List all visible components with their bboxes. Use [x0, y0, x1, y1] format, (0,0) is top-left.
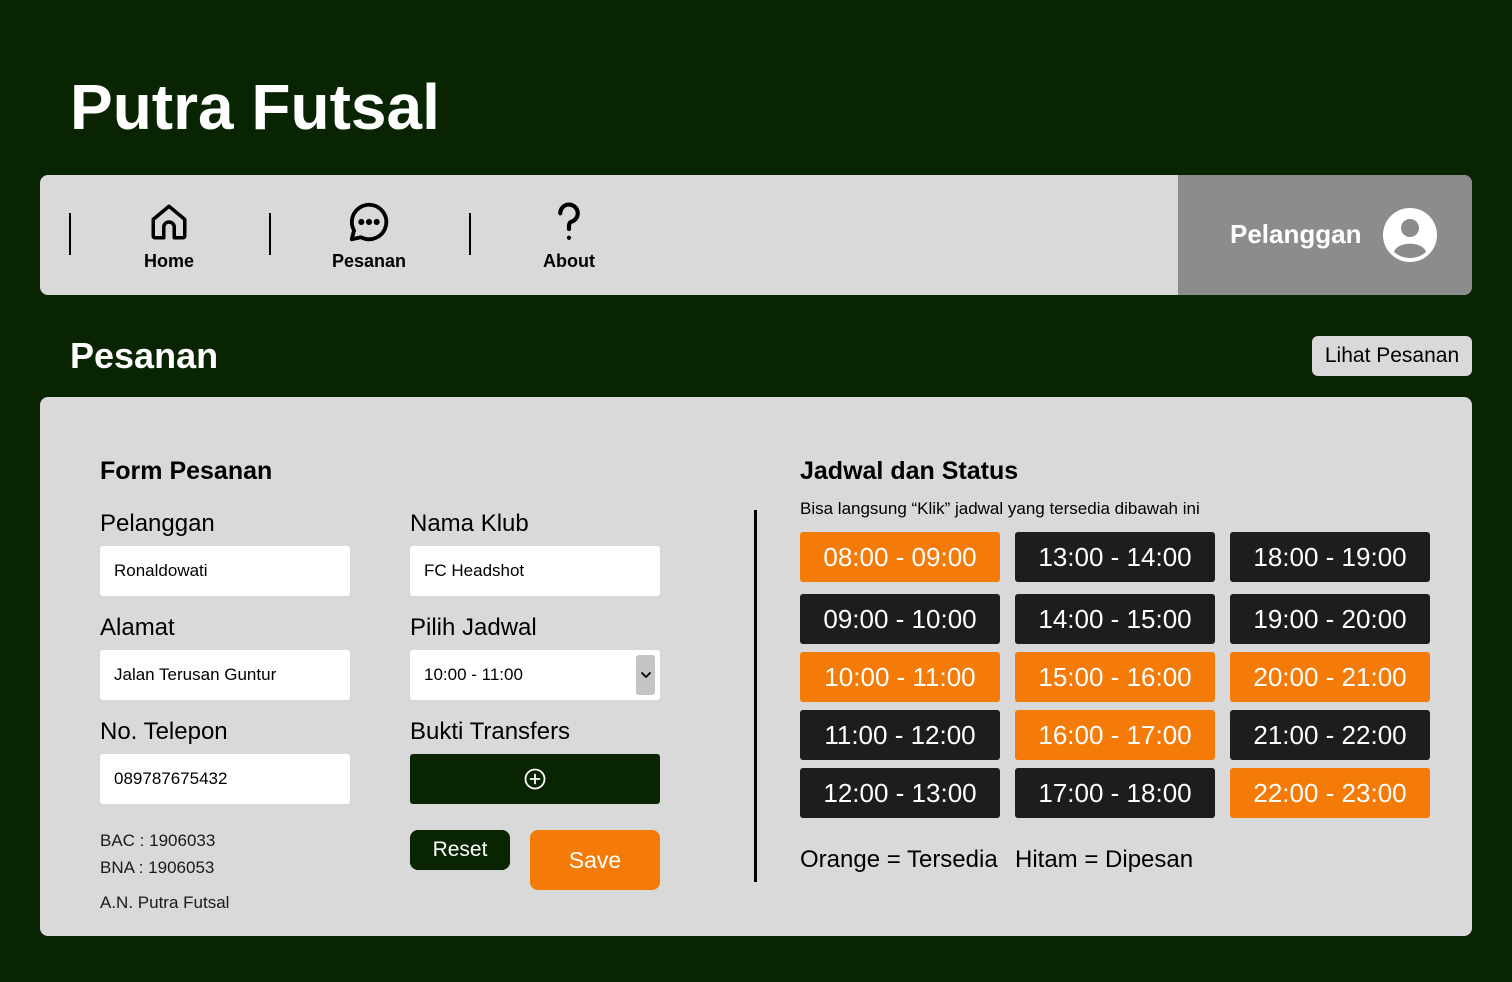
user-menu[interactable]: Pelanggan [1178, 175, 1472, 295]
schedule-slot-booked[interactable]: 11:00 - 12:00 [800, 710, 1000, 760]
add-circle-icon [524, 768, 546, 790]
bank-bna: BNA : 1906053 [100, 858, 215, 877]
telepon-input[interactable] [100, 754, 350, 804]
bank-account-name: A.N. Putra Futsal [100, 893, 230, 912]
schedule-slot-booked[interactable]: 19:00 - 20:00 [1230, 594, 1430, 644]
order-card: Form Pesanan Pelanggan Nama Klub Alamat … [40, 397, 1472, 936]
pelanggan-label: Pelanggan [100, 510, 215, 537]
schedule-title: Jadwal dan Status [800, 457, 1019, 485]
schedule-subtitle: Bisa langsung “Klik” jadwal yang tersedi… [800, 499, 1200, 518]
user-avatar-icon [1383, 208, 1437, 262]
reset-button[interactable]: Reset [410, 830, 510, 870]
nav-item-label: Home [143, 251, 194, 271]
nav-item-label: Pesanan [331, 251, 407, 271]
chat-icon [299, 197, 439, 247]
schedule-slot-booked[interactable]: 17:00 - 18:00 [1015, 768, 1215, 818]
schedule-slot-booked[interactable]: 14:00 - 15:00 [1015, 594, 1215, 644]
home-icon [99, 197, 239, 247]
legend-available: Orange = Tersedia [800, 846, 998, 873]
schedule-slot-available[interactable]: 10:00 - 11:00 [800, 652, 1000, 702]
nama-klub-input[interactable] [410, 546, 660, 596]
schedule-slot-available[interactable]: 08:00 - 09:00 [800, 532, 1000, 582]
nav-divider [269, 213, 271, 255]
upload-bukti-button[interactable] [410, 754, 660, 804]
schedule-slot-booked[interactable]: 18:00 - 19:00 [1230, 532, 1430, 582]
user-name: Pelanggan [1230, 219, 1362, 249]
form-title: Form Pesanan [100, 457, 273, 485]
nav-item-label: About [543, 251, 595, 271]
nav-item-pesanan[interactable]: Pesanan [299, 197, 439, 277]
schedule-slot-available[interactable]: 20:00 - 21:00 [1230, 652, 1430, 702]
schedule-slot-booked[interactable]: 13:00 - 14:00 [1015, 532, 1215, 582]
telepon-label: No. Telepon [100, 718, 228, 745]
schedule-slot-booked[interactable]: 09:00 - 10:00 [800, 594, 1000, 644]
page-title: Pesanan [70, 335, 219, 376]
pelanggan-input[interactable] [100, 546, 350, 596]
alamat-input[interactable] [100, 650, 350, 700]
nav-item-home[interactable]: Home [99, 197, 239, 277]
bank-bac: BAC : 1906033 [100, 831, 216, 850]
nav-divider [69, 213, 71, 255]
chevron-down-icon[interactable] [636, 655, 655, 695]
schedule-slot-available[interactable]: 22:00 - 23:00 [1230, 768, 1430, 818]
navbar: Home Pesanan About Pelanggan [40, 175, 1472, 295]
alamat-label: Alamat [100, 614, 175, 641]
question-icon [499, 197, 639, 247]
jadwal-select-value: 10:00 - 11:00 [424, 665, 523, 684]
pilih-jadwal-label: Pilih Jadwal [410, 614, 537, 641]
schedule-slot-available[interactable]: 16:00 - 17:00 [1015, 710, 1215, 760]
app-title: Putra Futsal [70, 71, 440, 143]
nama-klub-label: Nama Klub [410, 510, 529, 537]
schedule-slot-booked[interactable]: 21:00 - 22:00 [1230, 710, 1430, 760]
save-button[interactable]: Save [530, 830, 660, 890]
schedule-slot-available[interactable]: 15:00 - 16:00 [1015, 652, 1215, 702]
bukti-transfer-label: Bukti Transfers [410, 718, 571, 745]
lihat-pesanan-button[interactable]: Lihat Pesanan [1312, 336, 1472, 376]
legend-booked: Hitam = Dipesan [1015, 846, 1194, 873]
nav-divider [469, 213, 471, 255]
nav-item-about[interactable]: About [499, 197, 639, 277]
jadwal-select[interactable]: 10:00 - 11:00 [410, 650, 660, 700]
section-divider [754, 510, 757, 882]
schedule-slot-booked[interactable]: 12:00 - 13:00 [800, 768, 1000, 818]
